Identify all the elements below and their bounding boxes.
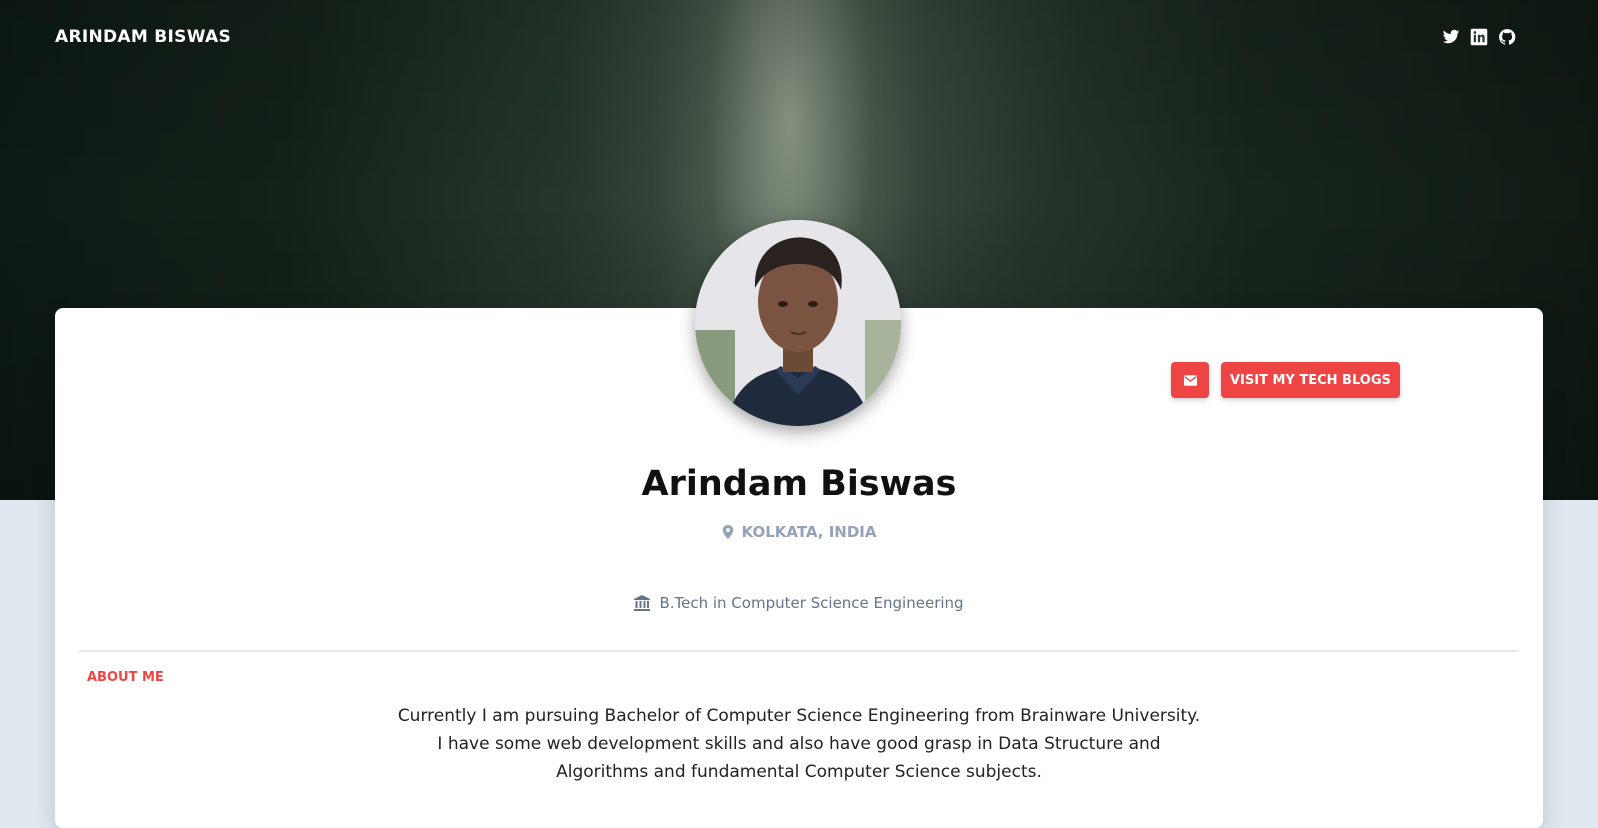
- avatar: [695, 220, 901, 426]
- linkedin-icon[interactable]: [1470, 28, 1488, 46]
- email-button[interactable]: [1171, 362, 1209, 398]
- education: B.Tech in Computer Science Engineering: [0, 594, 1598, 612]
- map-marker-icon: [722, 525, 733, 539]
- section-divider: [79, 650, 1519, 652]
- twitter-icon[interactable]: [1442, 28, 1460, 46]
- about-text: Currently I am pursuing Bachelor of Comp…: [0, 702, 1598, 786]
- university-icon: [634, 595, 651, 611]
- brand-link[interactable]: ARINDAM BISWAS: [55, 27, 231, 47]
- about-line: Currently I am pursuing Bachelor of Comp…: [397, 706, 1201, 726]
- github-icon[interactable]: [1498, 28, 1516, 46]
- about-line: Algorithms and fundamental Computer Scie…: [556, 762, 1042, 782]
- about-line: I have some web development skills and a…: [437, 734, 1161, 754]
- mail-icon: [1183, 374, 1197, 386]
- top-navbar: ARINDAM BISWAS: [0, 0, 1598, 76]
- profile-name: Arindam Biswas: [641, 464, 957, 504]
- social-links: [1442, 28, 1516, 46]
- about-heading: ABOUT ME: [87, 670, 164, 685]
- visit-tech-blogs-button[interactable]: VISIT MY TECH BLOGS: [1221, 362, 1400, 398]
- location: KOLKATA, INDIA: [0, 523, 1598, 541]
- education-label: B.Tech in Computer Science Engineering: [659, 594, 964, 612]
- location-label: KOLKATA, INDIA: [741, 523, 877, 541]
